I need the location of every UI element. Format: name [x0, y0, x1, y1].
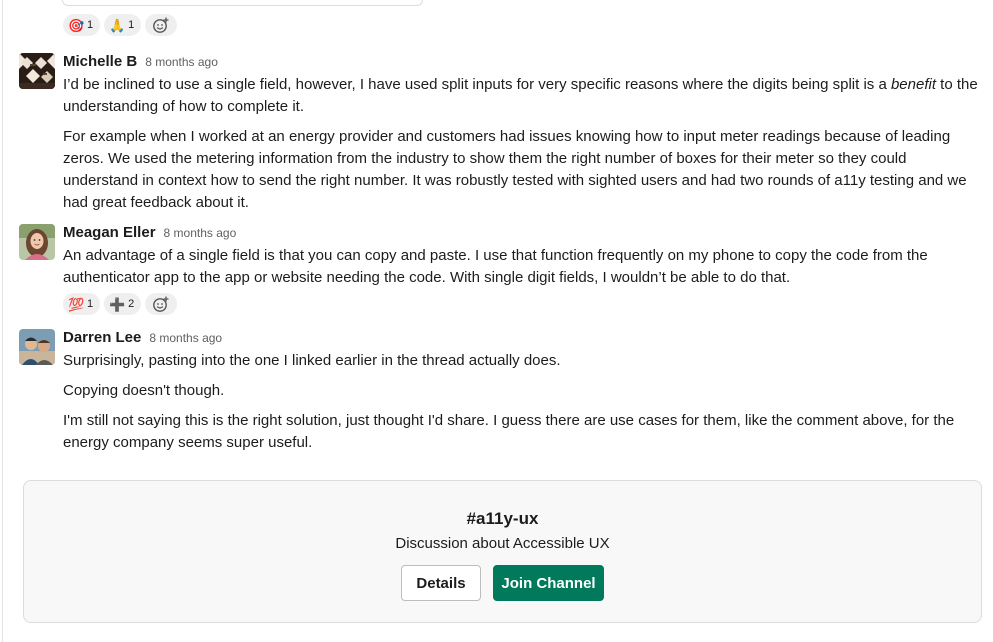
message: Michelle B 8 months ago I’d be inclined …: [19, 53, 984, 214]
author-name[interactable]: Darren Lee: [63, 329, 141, 346]
avatar[interactable]: [19, 53, 55, 89]
channel-actions: Details Join Channel: [24, 565, 981, 601]
avatar[interactable]: [19, 329, 55, 365]
message-text: Surprisingly, pasting into the one I lin…: [63, 352, 561, 369]
message-text: I'm still not saying this is the right s…: [63, 412, 955, 451]
left-divider: [2, 0, 3, 642]
timestamp[interactable]: 8 months ago: [149, 331, 222, 345]
details-button[interactable]: Details: [401, 565, 481, 601]
reaction-count: 2: [128, 298, 135, 310]
author-name[interactable]: Meagan Eller: [63, 224, 156, 241]
add-reaction-button[interactable]: [145, 14, 178, 36]
add-reaction-icon: [153, 17, 169, 33]
message: Darren Lee 8 months ago Surprisingly, pa…: [19, 329, 984, 454]
avatar[interactable]: [19, 224, 55, 260]
message-text-part: I’d be inclined to use a single field, h…: [63, 76, 891, 93]
top-reactions: 🎯 1 🙏 1: [63, 14, 178, 36]
message-text: I’d be inclined to use a single field, h…: [63, 74, 984, 118]
timestamp[interactable]: 8 months ago: [164, 226, 237, 240]
channel-name: #a11y-ux: [466, 509, 539, 528]
message: Meagan Eller 8 months ago An advantage o…: [19, 224, 984, 315]
reaction-direct-hit[interactable]: 🎯 1: [63, 14, 101, 36]
author-name[interactable]: Michelle B: [63, 53, 137, 70]
reaction-count: 1: [87, 19, 94, 31]
reaction-folded-hands[interactable]: 🙏 1: [104, 14, 142, 36]
reaction-heavy-plus[interactable]: ➕ 2: [104, 293, 142, 315]
message-text: For example when I worked at an energy p…: [63, 128, 967, 211]
previous-attachment-card: [62, 0, 423, 6]
reactions-row: 💯 1 ➕ 2: [63, 293, 984, 315]
message-text: An advantage of a single field is that y…: [63, 247, 928, 286]
reaction-count: 1: [87, 298, 94, 310]
add-reaction-icon: [153, 296, 169, 312]
reaction-hundred-points[interactable]: 💯 1: [63, 293, 101, 315]
emphasis-text: benefit: [890, 76, 936, 93]
heavy-plus-icon: ➕: [109, 296, 126, 312]
join-channel-panel: #a11y-ux Discussion about Accessible UX …: [23, 480, 982, 623]
join-channel-button[interactable]: Join Channel: [493, 565, 604, 601]
timestamp[interactable]: 8 months ago: [145, 55, 218, 69]
channel-description: Discussion about Accessible UX: [395, 535, 610, 552]
reaction-count: 1: [128, 19, 135, 31]
direct-hit-icon: 🎯: [68, 17, 85, 33]
hundred-points-icon: 💯: [68, 296, 85, 312]
folded-hands-icon: 🙏: [109, 17, 126, 33]
message-text: Copying doesn't though.: [63, 382, 225, 399]
add-reaction-button[interactable]: [145, 293, 178, 315]
